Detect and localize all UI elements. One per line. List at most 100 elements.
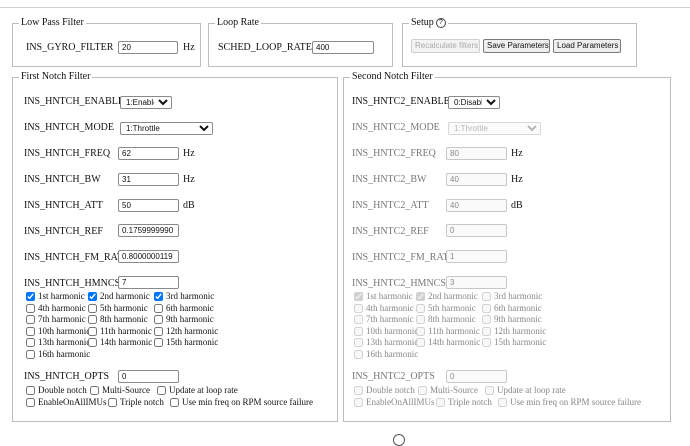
notch1-harmonic-checkbox-input[interactable] — [26, 349, 35, 359]
notch2-harmonic-checkbox-1[interactable]: 1st harmonic — [354, 291, 413, 302]
notch1-harmonic-checkbox-input[interactable] — [26, 315, 35, 324]
save-parameters-button[interactable]: Save Parameters — [483, 39, 550, 53]
notch1-harmonic-checkbox-input[interactable] — [26, 338, 35, 347]
notch1-harmonic-checkbox-1[interactable]: 1st harmonic — [26, 291, 85, 302]
notch1-opt2-checkbox-input[interactable] — [170, 398, 179, 407]
notch1-opt2-checkbox-input[interactable] — [108, 398, 117, 407]
ins-gyro-filter-input[interactable] — [118, 41, 178, 54]
notch1-harmonic-checkbox-15[interactable]: 15th harmonic — [154, 337, 218, 348]
help-icon[interactable]: ? — [435, 17, 446, 28]
notch1-harmonic-checkbox-13[interactable]: 13th harmonic — [26, 337, 90, 348]
notch2-harmonic-checkbox-13[interactable]: 13th harmonic — [354, 337, 418, 348]
notch1-harmonic-checkbox-input[interactable] — [26, 326, 35, 336]
ins-hntc2-bw-input[interactable] — [446, 173, 507, 186]
notch1-opt2-checkbox-input[interactable] — [26, 398, 35, 407]
notch2-opt2-checkbox-2[interactable]: Triple notch — [436, 397, 492, 408]
ins-hntch-hmncs-input[interactable] — [118, 276, 179, 289]
ins-hntc2-enable-select[interactable]: 0:Disabled — [448, 96, 500, 109]
notch2-harmonic-checkbox-input[interactable] — [416, 315, 425, 324]
notch1-harmonic-checkbox-14[interactable]: 14th harmonic — [88, 337, 152, 348]
notch2-harmonic-checkbox-3[interactable]: 3rd harmonic — [482, 291, 542, 302]
notch2-harmonic-checkbox-6[interactable]: 6th harmonic — [482, 303, 542, 314]
notch2-harmonic-checkbox-9[interactable]: 9th harmonic — [482, 314, 542, 325]
ins-hntch-bw-input[interactable] — [118, 173, 179, 186]
notch2-harmonic-checkbox-input[interactable] — [482, 315, 491, 324]
notch1-harmonic-checkbox-9[interactable]: 9th harmonic — [154, 314, 214, 325]
notch1-harmonic-checkbox-7[interactable]: 7th harmonic — [26, 314, 86, 325]
notch1-opt-checkbox-input[interactable] — [157, 386, 166, 395]
notch2-harmonic-checkbox-input[interactable] — [482, 292, 491, 301]
notch1-harmonic-checkbox-3[interactable]: 3rd harmonic — [154, 291, 214, 302]
notch2-opt-checkbox-2[interactable]: Multi-Source — [418, 385, 478, 396]
load-parameters-button[interactable]: Load Parameters — [553, 39, 621, 53]
notch2-opt2-checkbox-input[interactable] — [498, 398, 507, 407]
notch1-opt-checkbox-1[interactable]: Double notch — [26, 385, 87, 396]
notch2-opt2-checkbox-1[interactable]: EnableOnAllIMUs — [354, 397, 435, 408]
notch2-harmonic-checkbox-4[interactable]: 4th harmonic — [354, 303, 414, 314]
notch1-harmonic-checkbox-16[interactable]: 16th harmonic — [26, 349, 90, 360]
ins-hntc2-ref-input[interactable] — [446, 224, 507, 237]
ins-hntc2-opts-input[interactable] — [446, 370, 507, 383]
ins-hntch-ref-input[interactable] — [118, 224, 179, 237]
notch1-opt-checkbox-2[interactable]: Multi-Source — [90, 385, 150, 396]
notch2-harmonic-checkbox-input[interactable] — [354, 326, 363, 336]
ins-hntch-freq-input[interactable] — [118, 147, 179, 160]
notch2-harmonic-checkbox-2[interactable]: 2nd harmonic — [416, 291, 478, 302]
notch1-harmonic-checkbox-input[interactable] — [88, 338, 97, 347]
notch2-harmonic-checkbox-input[interactable] — [416, 338, 425, 347]
notch1-opt-checkbox-input[interactable] — [26, 386, 35, 395]
notch2-harmonic-checkbox-input[interactable] — [354, 303, 363, 313]
ins-hntch-mode-select[interactable]: 1:Throttle — [120, 122, 213, 135]
notch2-harmonic-checkbox-input[interactable] — [354, 292, 363, 301]
notch2-harmonic-checkbox-input[interactable] — [482, 338, 491, 347]
notch2-harmonic-checkbox-input[interactable] — [416, 292, 425, 301]
notch2-harmonic-checkbox-8[interactable]: 8th harmonic — [416, 314, 476, 325]
notch1-harmonic-checkbox-input[interactable] — [88, 303, 97, 313]
notch1-opt-checkbox-3[interactable]: Update at loop rate — [157, 385, 238, 396]
notch1-harmonic-checkbox-5[interactable]: 5th harmonic — [88, 303, 148, 314]
notch1-harmonic-checkbox-4[interactable]: 4th harmonic — [26, 303, 86, 314]
notch1-harmonic-checkbox-8[interactable]: 8th harmonic — [88, 314, 148, 325]
notch2-harmonic-checkbox-input[interactable] — [354, 338, 363, 347]
notch2-harmonic-checkbox-input[interactable] — [416, 303, 425, 313]
notch2-opt-checkbox-input[interactable] — [354, 386, 363, 395]
notch1-opt2-checkbox-2[interactable]: Triple notch — [108, 397, 164, 408]
notch1-opt-checkbox-input[interactable] — [90, 386, 99, 395]
notch2-harmonic-checkbox-input[interactable] — [482, 326, 491, 336]
notch2-opt2-checkbox-3[interactable]: Use min freq on RPM source failure — [498, 397, 641, 408]
notch1-harmonic-checkbox-input[interactable] — [154, 326, 163, 336]
notch1-harmonic-checkbox-12[interactable]: 12th harmonic — [154, 326, 218, 337]
notch2-opt2-checkbox-input[interactable] — [354, 398, 363, 407]
notch2-harmonic-checkbox-input[interactable] — [354, 349, 363, 359]
ins-hntc2-freq-input[interactable] — [446, 147, 507, 160]
notch2-harmonic-checkbox-input[interactable] — [482, 303, 491, 313]
notch1-harmonic-checkbox-input[interactable] — [88, 315, 97, 324]
ins-hntc2-mode-select[interactable]: 1:Throttle — [448, 122, 541, 135]
notch1-harmonic-checkbox-2[interactable]: 2nd harmonic — [88, 291, 150, 302]
ins-hntc2-att-input[interactable] — [446, 199, 507, 212]
notch1-harmonic-checkbox-input[interactable] — [154, 292, 163, 301]
notch2-harmonic-checkbox-input[interactable] — [354, 315, 363, 324]
notch2-harmonic-checkbox-7[interactable]: 7th harmonic — [354, 314, 414, 325]
notch1-harmonic-checkbox-11[interactable]: 11th harmonic — [88, 326, 152, 337]
sched-loop-rate-input[interactable] — [312, 41, 374, 54]
notch2-harmonic-checkbox-12[interactable]: 12th harmonic — [482, 326, 546, 337]
notch1-harmonic-checkbox-input[interactable] — [88, 292, 97, 301]
recalculate-filters-button[interactable]: Recalculate filters — [411, 39, 480, 53]
notch2-opt-checkbox-3[interactable]: Update at loop rate — [485, 385, 566, 396]
notch1-harmonic-checkbox-input[interactable] — [154, 338, 163, 347]
notch2-opt-checkbox-input[interactable] — [418, 386, 427, 395]
notch1-harmonic-checkbox-10[interactable]: 10th harmonic — [26, 326, 90, 337]
notch1-harmonic-checkbox-input[interactable] — [26, 292, 35, 301]
notch1-opt2-checkbox-3[interactable]: Use min freq on RPM source failure — [170, 397, 313, 408]
ins-hntc2-hmncs-input[interactable] — [446, 276, 507, 289]
notch2-harmonic-checkbox-5[interactable]: 5th harmonic — [416, 303, 476, 314]
notch1-opt2-checkbox-1[interactable]: EnableOnAllIMUs — [26, 397, 107, 408]
notch1-harmonic-checkbox-input[interactable] — [154, 315, 163, 324]
notch2-opt-checkbox-input[interactable] — [485, 386, 494, 395]
notch2-opt2-checkbox-input[interactable] — [436, 398, 445, 407]
notch2-harmonic-checkbox-15[interactable]: 15th harmonic — [482, 337, 546, 348]
notch2-harmonic-checkbox-11[interactable]: 11th harmonic — [416, 326, 480, 337]
ins-hntch-fm-rat-input[interactable] — [118, 250, 179, 263]
ins-hntch-att-input[interactable] — [118, 199, 179, 212]
